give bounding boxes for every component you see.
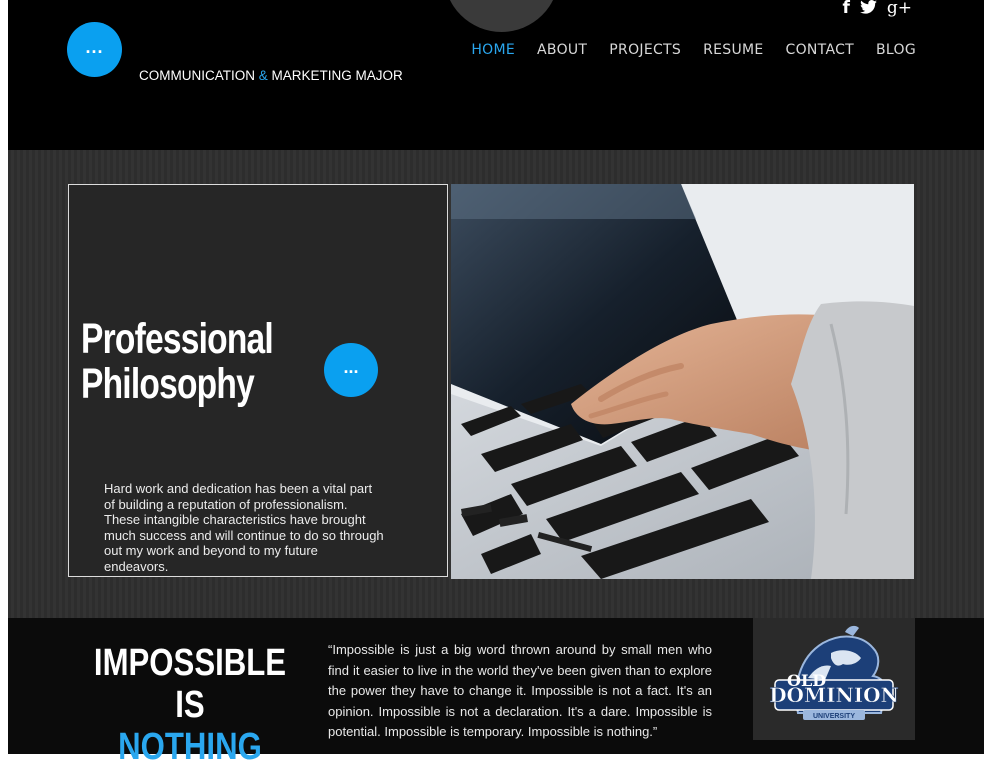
decorative-circle bbox=[444, 0, 559, 32]
tagline-ampersand: & bbox=[258, 68, 268, 83]
impossible-heading-line1: IMPOSSIBLE IS bbox=[93, 642, 287, 726]
philosophy-more-button[interactable]: ... bbox=[324, 343, 378, 397]
nav-resume[interactable]: RESUME bbox=[703, 42, 763, 58]
philosophy-title-line1: Professional bbox=[81, 315, 274, 363]
nav-about[interactable]: ABOUT bbox=[537, 42, 587, 58]
laptop-typing-image bbox=[451, 184, 914, 579]
impossible-section: IMPOSSIBLE IS NOTHING “Impossible is jus… bbox=[8, 618, 984, 768]
logo-old-text: OLD bbox=[787, 671, 826, 690]
impossible-quote: “Impossible is just a big word thrown ar… bbox=[328, 642, 712, 739]
philosophy-section: Professional Philosophy ... Hard work an… bbox=[8, 150, 984, 618]
main-nav: HOME ABOUT PROJECTS RESUME CONTACT BLOG bbox=[471, 42, 916, 58]
philosophy-title: Professional Philosophy bbox=[81, 315, 274, 408]
tagline-part2: MARKETING MAJOR bbox=[267, 68, 403, 83]
impossible-heading: IMPOSSIBLE IS NOTHING bbox=[70, 642, 310, 768]
google-plus-icon[interactable]: g+ bbox=[887, 0, 912, 18]
philosophy-card: Professional Philosophy ... Hard work an… bbox=[68, 184, 448, 577]
old-dominion-logo: DOMINION OLD UNIVERSITY bbox=[753, 618, 915, 740]
logo-university-text: UNIVERSITY bbox=[813, 713, 855, 720]
twitter-icon[interactable] bbox=[859, 0, 877, 18]
nav-home[interactable]: HOME bbox=[471, 42, 515, 58]
impossible-heading-line2: NOTHING bbox=[118, 726, 262, 768]
philosophy-title-line2: Philosophy bbox=[81, 360, 255, 408]
nav-projects[interactable]: PROJECTS bbox=[609, 42, 681, 58]
philosophy-text: Hard work and dedication has been a vita… bbox=[104, 481, 384, 574]
site-tagline: COMMUNICATION & MARKETING MAJOR bbox=[139, 68, 403, 83]
facebook-icon[interactable]: f bbox=[842, 0, 849, 18]
site-header: ... COMMUNICATION & MARKETING MAJOR f g+… bbox=[8, 0, 984, 150]
logo-menu-button[interactable]: ... bbox=[67, 22, 122, 77]
tagline-part1: COMMUNICATION bbox=[139, 68, 259, 83]
nav-blog[interactable]: BLOG bbox=[876, 42, 916, 58]
social-links: f g+ bbox=[842, 0, 912, 18]
nav-contact[interactable]: CONTACT bbox=[786, 42, 855, 58]
